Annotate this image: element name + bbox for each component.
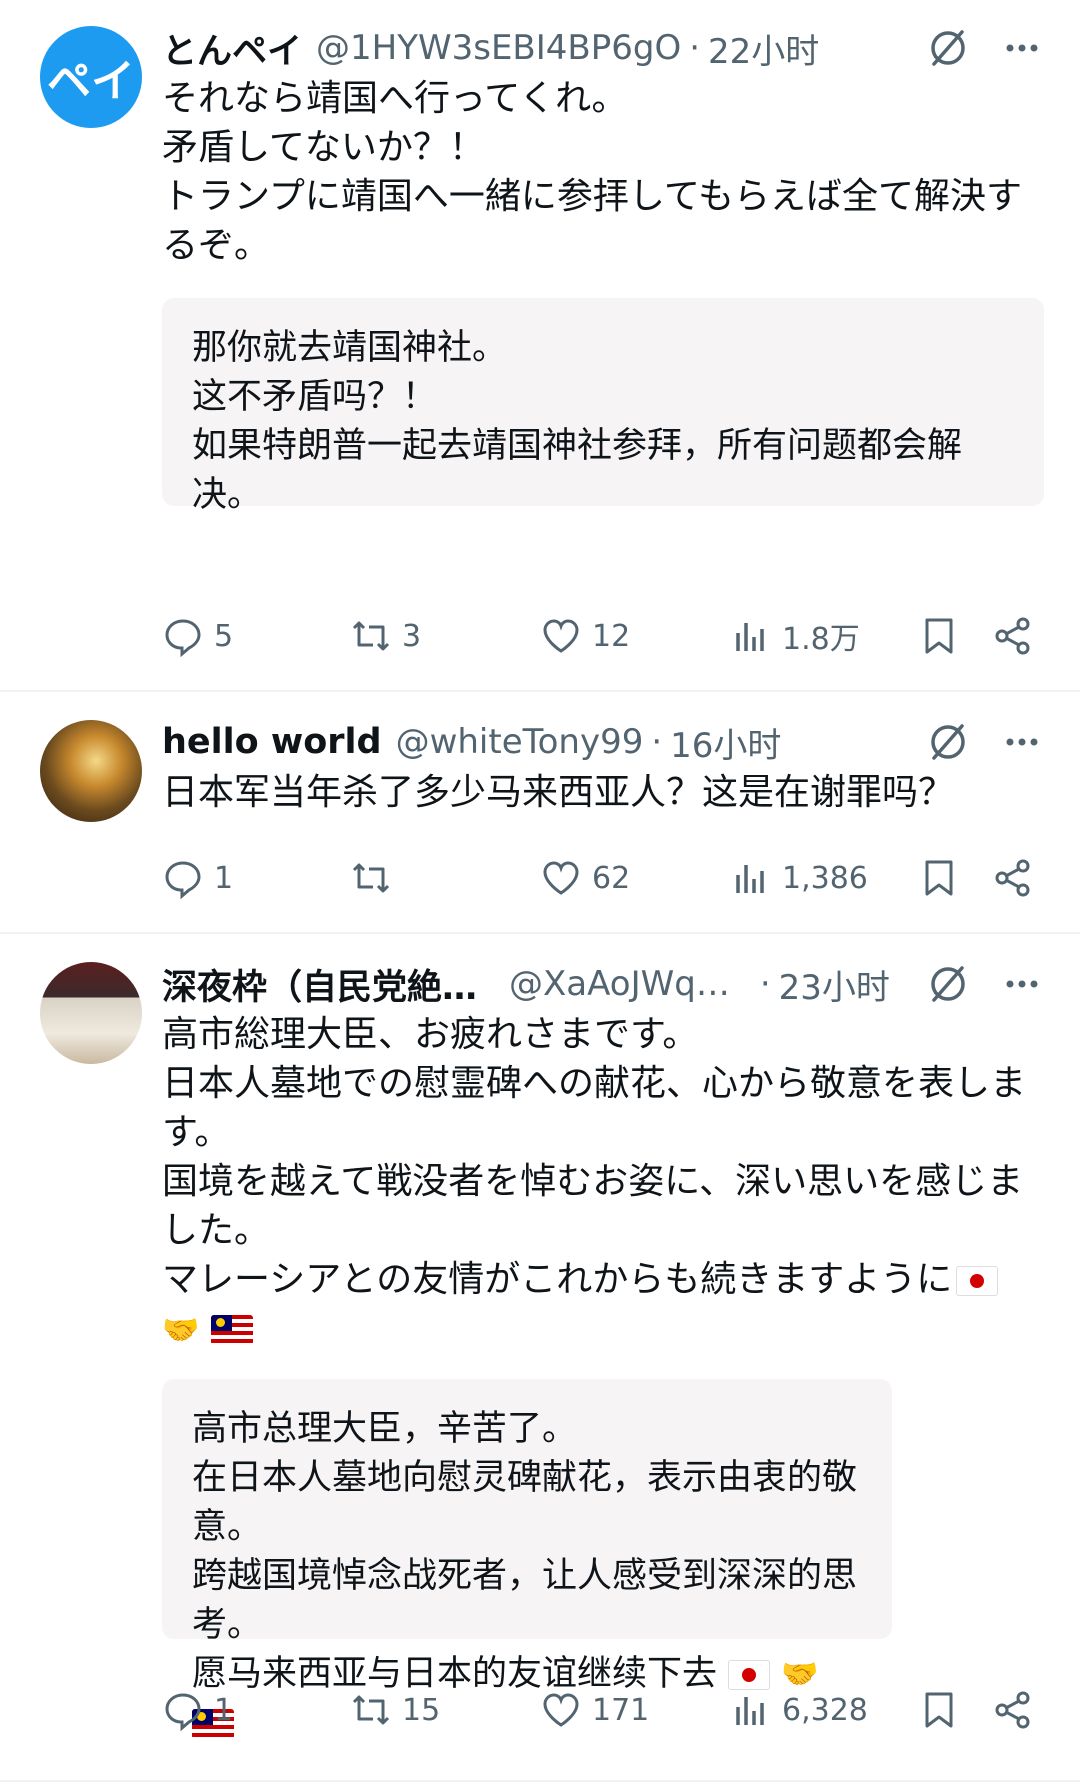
user-handle[interactable]: @whiteTony99: [396, 722, 644, 762]
avatar-text: ペイ: [47, 56, 135, 107]
views-count: 1,386: [782, 860, 868, 896]
display-name[interactable]: hello world: [162, 722, 382, 762]
bookmark-button[interactable]: [918, 1689, 992, 1731]
avatar[interactable]: ペイ: [40, 26, 142, 128]
timestamp[interactable]: 16小时: [670, 718, 781, 767]
japan-flag-icon: [728, 1659, 771, 1690]
user-handle[interactable]: @XaAoJWq…: [509, 964, 730, 1004]
malaysia-flag-icon: [210, 1315, 253, 1345]
retweet-button[interactable]: 15: [350, 1689, 540, 1731]
reply-button[interactable]: 5: [162, 615, 350, 657]
retweet-button[interactable]: [350, 857, 540, 899]
heart-icon: [543, 861, 579, 895]
share-icon: [995, 859, 1030, 897]
reply-count: 1: [214, 860, 234, 896]
action-bar: 1 62 1,386: [162, 854, 1050, 902]
grok-icon[interactable]: [926, 962, 970, 1006]
views-button[interactable]: 6,328: [730, 1689, 918, 1731]
like-count: 171: [592, 1692, 650, 1728]
views-button[interactable]: 1.8万: [730, 614, 918, 658]
like-button[interactable]: 171: [540, 1689, 730, 1731]
retweet-button[interactable]: 3: [350, 615, 540, 657]
display-name[interactable]: とんペイ: [162, 23, 302, 74]
reply-count: 5: [214, 618, 234, 654]
tweet-header: とんペイ @1HYW3sEBI4BP6gO · 22小时: [162, 24, 1044, 72]
avatar[interactable]: [40, 720, 142, 822]
translation-box: 那你就去靖国神社。 这不矛盾吗？！ 如果特朗普一起去靖国神社参拜，所有问题都会解…: [162, 298, 1044, 515]
share-button[interactable]: [992, 857, 1034, 899]
separator-dot: ·: [689, 28, 701, 68]
reply-icon: [165, 1693, 201, 1731]
share-button[interactable]: [992, 615, 1034, 657]
retweet-icon: [352, 863, 390, 893]
avatar[interactable]: [40, 962, 142, 1064]
more-icon[interactable]: [1000, 720, 1044, 764]
like-count: 12: [592, 618, 631, 654]
more-icon[interactable]: [1000, 962, 1044, 1006]
handshake-icon: 🤝: [162, 1312, 200, 1348]
tweet-text-body: 高市総理大臣、お疲れさまです。 日本人墓地での慰霊碑への献花、心から敬意を表しま…: [162, 1014, 1027, 1300]
retweet-icon: [352, 1695, 390, 1725]
tweet-3[interactable]: 深夜枠（自民党絶… @XaAoJWq… · 23小时 高市総理大臣、お疲れさまで…: [0, 934, 1080, 1782]
tweet-header: hello world @whiteTony99 · 16小时: [162, 718, 1044, 766]
translation-box: 高市总理大臣，辛苦了。 在日本人墓地向慰灵碑献花，表示由衷的敬意。 跨越国境悼念…: [162, 1378, 892, 1739]
user-handle[interactable]: @1HYW3sEBI4BP6gO: [316, 28, 681, 68]
tweet-header: 深夜枠（自民党絶… @XaAoJWq… · 23小时: [162, 960, 1044, 1008]
share-button[interactable]: [992, 1689, 1034, 1731]
share-icon: [995, 617, 1030, 655]
reply-icon: [165, 861, 201, 899]
bookmark-icon: [925, 618, 953, 654]
tweet-text: 日本军当年杀了多少马来西亚人？这是在谢罪吗？: [162, 772, 955, 813]
timestamp[interactable]: 23小时: [779, 960, 890, 1009]
timestamp[interactable]: 22小时: [708, 24, 819, 73]
separator-dot: ·: [759, 964, 771, 1004]
action-bar: 5 3 12 1.8万: [162, 612, 1050, 660]
separator-dot: ·: [651, 722, 663, 762]
views-icon: [736, 865, 764, 893]
views-count: 6,328: [782, 1692, 868, 1728]
grok-icon[interactable]: [926, 720, 970, 764]
like-count: 62: [592, 860, 631, 896]
bookmark-button[interactable]: [918, 857, 992, 899]
retweet-icon: [352, 621, 390, 651]
like-button[interactable]: 62: [540, 857, 730, 899]
bookmark-icon: [925, 860, 953, 896]
retweet-count: 3: [402, 618, 422, 654]
heart-icon: [543, 1693, 579, 1727]
bookmark-icon: [925, 1692, 953, 1728]
share-icon: [995, 1691, 1030, 1729]
tweet-2[interactable]: hello world @whiteTony99 · 16小时 日本军当年杀了多…: [0, 692, 1080, 934]
tweet-text: 高市総理大臣、お疲れさまです。 日本人墓地での慰霊碑への献花、心から敬意を表しま…: [162, 1010, 1044, 1355]
translation-text: 高市总理大臣，辛苦了。 在日本人墓地向慰灵碑献花，表示由衷的敬意。 跨越国境悼念…: [192, 1408, 858, 1694]
reply-count: 1: [214, 1692, 234, 1728]
like-button[interactable]: 12: [540, 615, 730, 657]
retweet-count: 15: [402, 1692, 441, 1728]
reply-button[interactable]: 1: [162, 857, 350, 899]
more-icon[interactable]: [1000, 26, 1044, 70]
reply-button[interactable]: 1: [162, 1689, 350, 1731]
reply-icon: [165, 619, 201, 657]
tweet-text: それなら靖国へ行ってくれ。 矛盾してないか？！ トランプに靖国へ一緒に参拝しても…: [162, 78, 1023, 266]
bookmark-button[interactable]: [918, 615, 992, 657]
japan-flag-icon: [956, 1266, 999, 1296]
action-bar: 1 15 171 6,328: [162, 1686, 1050, 1734]
heart-icon: [543, 619, 579, 653]
display-name[interactable]: 深夜枠（自民党絶…: [162, 959, 477, 1010]
views-count: 1.8万: [782, 622, 860, 657]
views-icon: [736, 1697, 764, 1725]
grok-icon[interactable]: [926, 26, 970, 70]
views-button[interactable]: 1,386: [730, 857, 918, 899]
tweet-1[interactable]: ペイ とんペイ @1HYW3sEBI4BP6gO · 22小时 それなら靖国へ行…: [0, 0, 1080, 692]
views-icon: [736, 623, 764, 651]
